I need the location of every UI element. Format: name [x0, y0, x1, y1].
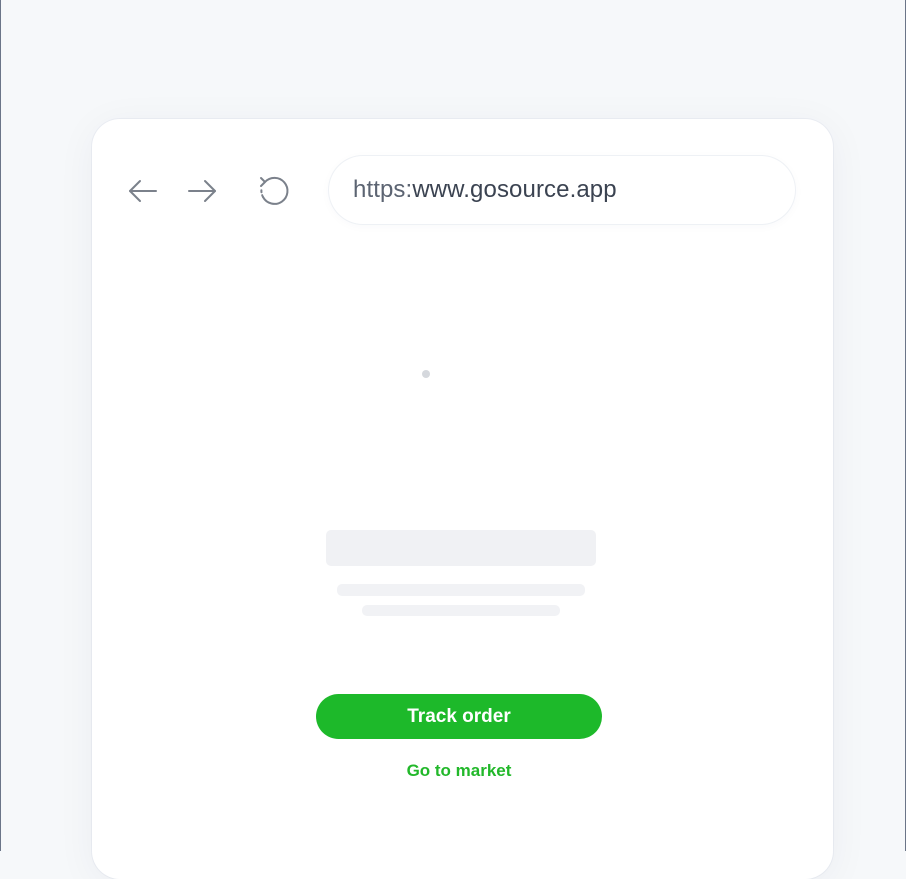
address-bar[interactable]: https: www.gosource.app — [329, 156, 795, 224]
loading-indicator — [422, 370, 430, 378]
skeleton-text-placeholder — [362, 605, 560, 616]
track-order-button[interactable]: Track order — [316, 694, 602, 739]
url-scheme: https: — [353, 176, 413, 203]
browser-toolbar: https: www.gosource.app — [92, 119, 833, 264]
arrow-left-icon — [129, 180, 157, 202]
reload-button[interactable] — [254, 171, 294, 211]
back-button[interactable] — [123, 171, 163, 211]
forward-button[interactable] — [182, 171, 222, 211]
url-host: www.gosource.app — [412, 176, 617, 203]
go-to-market-link[interactable]: Go to market — [316, 761, 602, 781]
browser-window: https: www.gosource.app Track order Go to… — [92, 119, 833, 879]
reload-icon — [260, 176, 289, 205]
skeleton-text-placeholder — [337, 584, 585, 596]
arrow-right-icon — [188, 180, 216, 202]
window-border-left — [0, 0, 1, 851]
skeleton-title-placeholder — [326, 530, 596, 566]
